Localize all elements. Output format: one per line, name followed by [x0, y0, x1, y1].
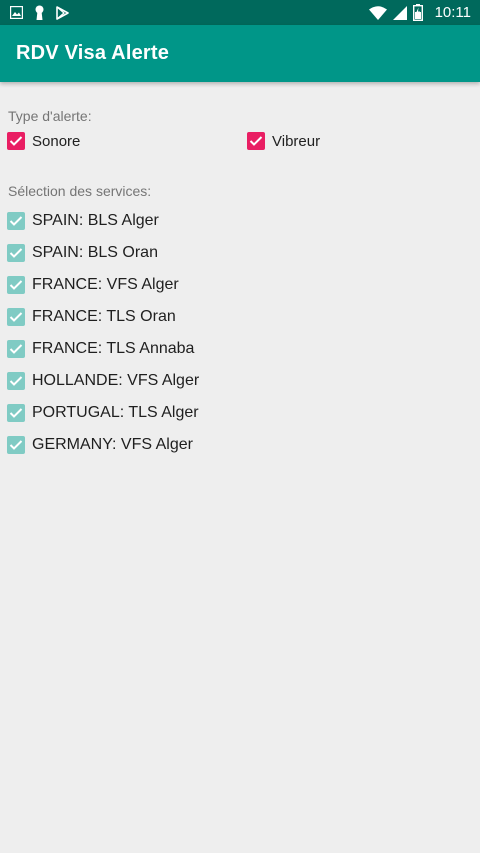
- checkbox-service: SPAIN: BLS Alger: [7, 209, 159, 233]
- checkbox-checked-icon: [7, 340, 25, 358]
- clock: 10:11: [434, 4, 471, 21]
- service-label: SPAIN: BLS Alger: [32, 212, 159, 229]
- checkbox-service: GERMANY: VFS Alger: [7, 433, 193, 457]
- checkbox-sonore-label[interactable]: Sonore: [32, 133, 80, 150]
- checkbox-checked-icon: [7, 244, 25, 262]
- checkbox-service: FRANCE: TLS Oran: [7, 305, 176, 329]
- checkbox-checked-icon[interactable]: [247, 132, 265, 150]
- checkbox-service: FRANCE: VFS Alger: [7, 273, 179, 297]
- services-label: Sélection des services:: [8, 183, 152, 199]
- alert-type-label: Type d'alerte:: [8, 108, 92, 124]
- keyhole-icon: [34, 5, 45, 21]
- checkbox-vibreur-label[interactable]: Vibreur: [272, 133, 320, 150]
- service-label: SPAIN: BLS Oran: [32, 244, 158, 261]
- checkbox-service: SPAIN: BLS Oran: [7, 241, 158, 265]
- checkbox-service: HOLLANDE: VFS Alger: [7, 369, 199, 393]
- checkbox-checked-icon[interactable]: [7, 132, 25, 150]
- checkbox-checked-icon: [7, 372, 25, 390]
- checkbox-checked-icon: [7, 308, 25, 326]
- checkbox-checked-icon: [7, 212, 25, 230]
- app-title: RDV Visa Alerte: [16, 42, 170, 64]
- service-label: HOLLANDE: VFS Alger: [32, 372, 200, 389]
- main-content: Type d'alerte: Sonore Vibreur Sélection …: [0, 82, 480, 853]
- service-label: GERMANY: VFS Alger: [32, 436, 193, 453]
- status-bar: 10:11: [0, 0, 480, 25]
- service-label: FRANCE: TLS Oran: [32, 308, 176, 325]
- checkbox-checked-icon: [7, 276, 25, 294]
- wifi-icon: [368, 5, 387, 20]
- battery-icon: [412, 4, 423, 21]
- checkbox-service: FRANCE: TLS Annaba: [7, 337, 194, 361]
- service-label: FRANCE: VFS Alger: [32, 276, 179, 293]
- checkbox-checked-icon: [7, 436, 25, 454]
- checkbox-checked-icon: [7, 404, 25, 422]
- checkbox-sonore[interactable]: Sonore: [7, 129, 80, 153]
- play-store-icon: [56, 5, 69, 20]
- signal-icon: [392, 5, 407, 20]
- service-label: PORTUGAL: TLS Alger: [32, 404, 199, 421]
- image-icon: [10, 6, 23, 19]
- checkbox-vibreur[interactable]: Vibreur: [247, 129, 320, 153]
- checkbox-service: PORTUGAL: TLS Alger: [7, 401, 199, 425]
- service-label: FRANCE: TLS Annaba: [32, 340, 195, 357]
- app-bar: RDV Visa Alerte: [0, 25, 480, 82]
